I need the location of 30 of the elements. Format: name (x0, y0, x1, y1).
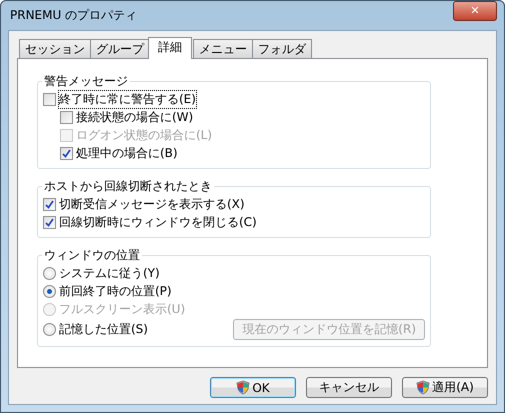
tab[interactable]: 詳細 (148, 37, 192, 59)
checkbox-label: 切断受信メッセージを表示する(X) (59, 196, 245, 213)
checkbox[interactable] (60, 111, 73, 124)
tab[interactable]: フォルダ (252, 39, 312, 58)
checkbox-label: 終了時に常に警告する(E) (59, 91, 196, 108)
radio-label: フルスクリーン表示(U) (59, 301, 186, 318)
checkbox-label: 接続状態の場合に(W) (76, 109, 194, 126)
checkbox[interactable] (43, 93, 56, 106)
dialog-button[interactable]: キャンセル (306, 377, 392, 398)
radio-button[interactable] (43, 267, 56, 280)
group-title: ホストから回線切断されたとき (43, 178, 213, 195)
dialog-button[interactable]: 適用(A) (402, 377, 488, 398)
checkbox-label: ログオン状態の場合に(L) (76, 127, 212, 144)
tab[interactable]: セッション (19, 39, 91, 58)
radio-button[interactable] (43, 285, 56, 298)
group-title: 警告メッセージ (43, 73, 129, 90)
radio-button[interactable] (43, 323, 56, 336)
window-title: PRNEMU のプロパティ (9, 7, 138, 24)
radio-label: 記憶した位置(S) (59, 321, 148, 338)
checkbox[interactable] (43, 198, 56, 211)
checkbox[interactable] (60, 147, 73, 160)
checkbox-label: 処理中の場合に(B) (76, 145, 178, 162)
radio-label: システムに従う(Y) (59, 265, 160, 282)
tab[interactable]: メニュー (193, 39, 253, 58)
group-title: ウィンドウの位置 (43, 247, 141, 264)
tab[interactable]: グループ (90, 39, 150, 58)
checkbox[interactable] (43, 216, 56, 229)
radio-label: 前回終了時の位置(P) (59, 283, 172, 300)
checkbox-label: 回線切断時にウィンドウを閉じる(C) (59, 214, 257, 231)
dialog-button[interactable]: OK (210, 377, 296, 398)
